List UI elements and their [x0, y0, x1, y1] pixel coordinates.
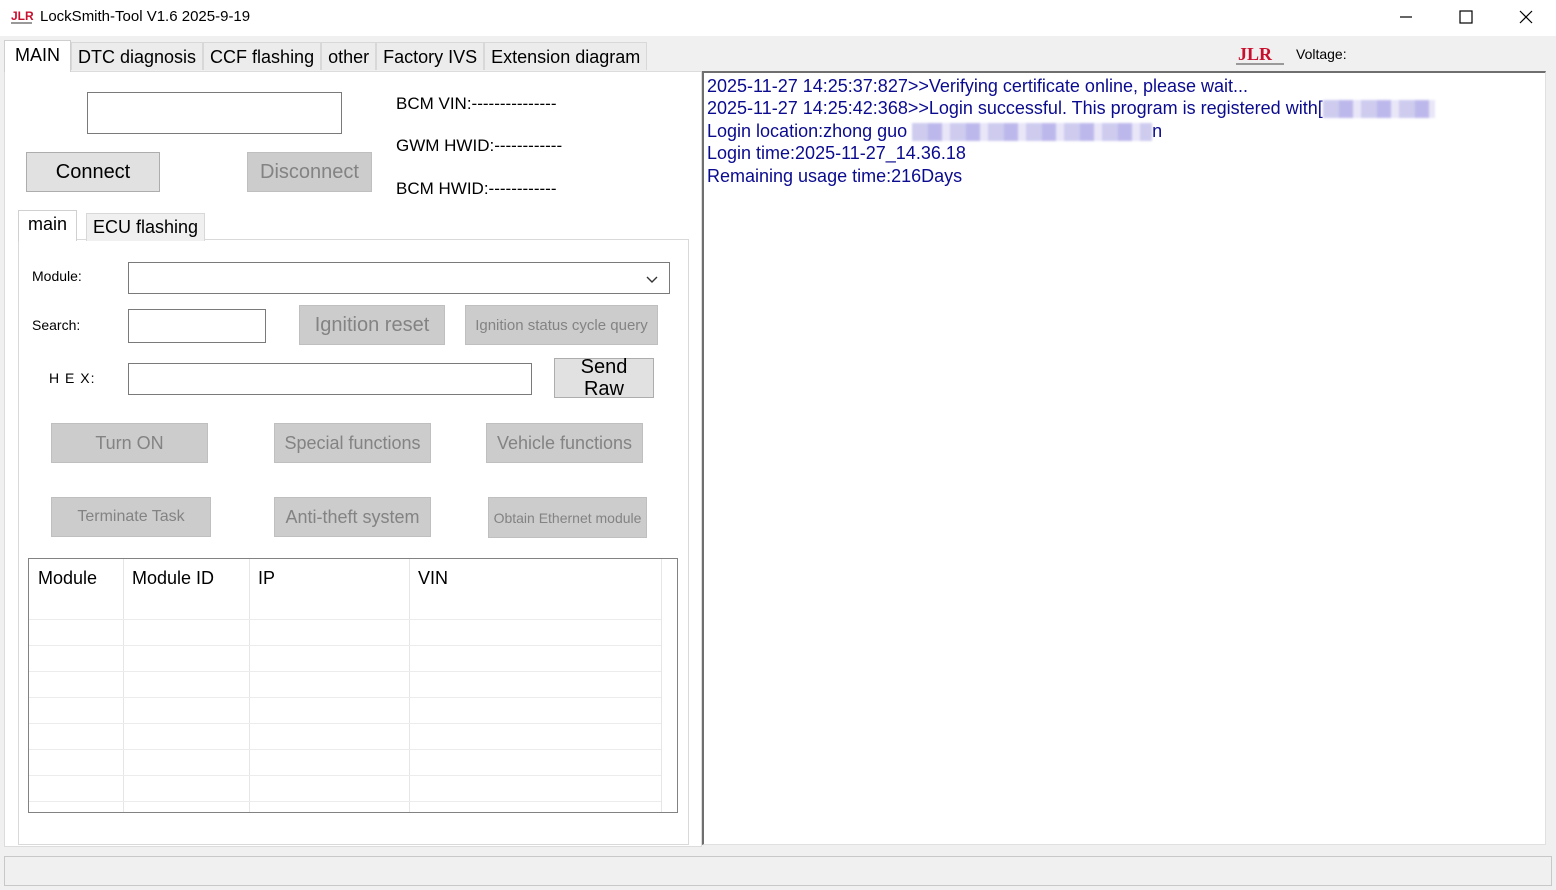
minimize-button[interactable]	[1376, 0, 1436, 34]
module-label: Module:	[32, 268, 82, 284]
svg-text:JLR: JLR	[11, 9, 34, 23]
redacted-region	[912, 123, 1153, 142]
close-button[interactable]	[1496, 0, 1556, 34]
log-output[interactable]: 2025-11-27 14:25:37:827>>Verifying certi…	[702, 71, 1546, 845]
grid-row-line	[29, 697, 661, 698]
tab-inner-main[interactable]: main	[18, 210, 78, 241]
hex-label: H E X:	[49, 370, 96, 386]
chevron-down-icon	[646, 276, 658, 283]
grid-row-line	[29, 749, 661, 750]
title-bar: JLR LockSmith-Tool V1.6 2025-9-19	[0, 0, 1556, 36]
log-line: Login time:2025-11-27_14.36.18	[707, 143, 966, 163]
redacted-region	[1322, 100, 1435, 119]
module-table-header: Module Module ID IP VIN	[29, 559, 677, 599]
column-header-vin[interactable]: VIN	[409, 559, 661, 599]
ignition-status-cycle-query-button[interactable]: Ignition status cycle query	[465, 305, 658, 345]
anti-theft-system-button[interactable]: Anti-theft system	[274, 497, 431, 537]
grid-row-line	[29, 619, 661, 620]
bcm-hwid-text: BCM HWID:------------	[396, 179, 557, 198]
grid-row-line	[29, 801, 661, 802]
column-header-ip[interactable]: IP	[249, 559, 409, 599]
tab-ecu-flashing[interactable]: ECU flashing	[86, 213, 206, 241]
minimize-icon	[1400, 16, 1412, 18]
module-table[interactable]: Module Module ID IP VIN	[28, 558, 678, 813]
tab-other[interactable]: other	[321, 42, 377, 70]
jlr-logo: JLR	[1232, 42, 1288, 68]
tab-ccf-flashing[interactable]: CCF flashing	[203, 42, 322, 70]
send-raw-label-line2: Raw	[583, 378, 624, 400]
module-select[interactable]	[128, 262, 670, 294]
tab-factory-ivs[interactable]: Factory IVS	[376, 42, 485, 70]
disconnect-button[interactable]: Disconnect	[247, 152, 372, 192]
tab-extension-diagram[interactable]: Extension diagram	[484, 42, 648, 70]
ignition-reset-button[interactable]: Ignition reset	[299, 305, 445, 345]
app-logo-icon: JLR	[11, 9, 34, 24]
send-raw-label-line1: Send	[580, 356, 628, 378]
grid-row-line	[29, 775, 661, 776]
close-icon	[1519, 10, 1533, 24]
grid-row-line	[29, 723, 661, 724]
status-bar	[4, 856, 1552, 886]
send-raw-button[interactable]: Send Raw	[554, 356, 654, 400]
jlr-logo-icon: JLR	[1236, 44, 1284, 65]
maximize-button[interactable]	[1436, 0, 1496, 34]
voltage-label: Voltage:	[1296, 46, 1347, 62]
log-line: 2025-11-27 14:25:42:368>>Login successfu…	[707, 98, 1435, 119]
maximize-icon	[1459, 10, 1473, 24]
grid-row-line	[29, 671, 661, 672]
special-functions-button[interactable]: Special functions	[274, 423, 431, 463]
main-tab-strip: MAIN DTC diagnosis CCF flashing other Fa…	[4, 40, 648, 72]
log-line: Login location:zhong guo n	[707, 121, 1162, 142]
grid-row-line	[29, 645, 661, 646]
vehicle-functions-button[interactable]: Vehicle functions	[486, 423, 643, 463]
log-line: Remaining usage time:216Days	[707, 166, 963, 186]
grid-divider	[661, 559, 662, 812]
connect-button[interactable]: Connect	[26, 152, 160, 192]
vin-input[interactable]	[87, 92, 342, 134]
log-line-text: Login location:zhong guo	[707, 121, 913, 141]
log-line: 2025-11-27 14:25:37:827>>Verifying certi…	[707, 76, 1249, 96]
search-input[interactable]	[128, 309, 266, 343]
column-header-module[interactable]: Module	[29, 559, 124, 599]
log-line-text: 2025-11-27 14:25:42:368>>Login successfu…	[707, 98, 1323, 118]
bcm-vin-text: BCM VIN:---------------	[396, 94, 557, 113]
jlr-logo-text: JLR	[1238, 44, 1273, 64]
window-title: LockSmith-Tool V1.6 2025-9-19	[40, 8, 251, 25]
column-header-module-id[interactable]: Module ID	[123, 559, 249, 599]
tab-main[interactable]: MAIN	[4, 40, 71, 72]
hex-input[interactable]	[128, 363, 532, 395]
obtain-ethernet-module-button[interactable]: Obtain Ethernet module	[488, 497, 647, 538]
log-line-text: n	[1152, 121, 1163, 141]
search-label: Search:	[32, 317, 81, 333]
tab-dtc-diagnosis[interactable]: DTC diagnosis	[71, 42, 204, 70]
gwm-hwid-text: GWM HWID:------------	[396, 136, 563, 155]
turn-on-button[interactable]: Turn ON	[51, 423, 208, 463]
terminate-task-button[interactable]: Terminate Task	[51, 497, 211, 537]
